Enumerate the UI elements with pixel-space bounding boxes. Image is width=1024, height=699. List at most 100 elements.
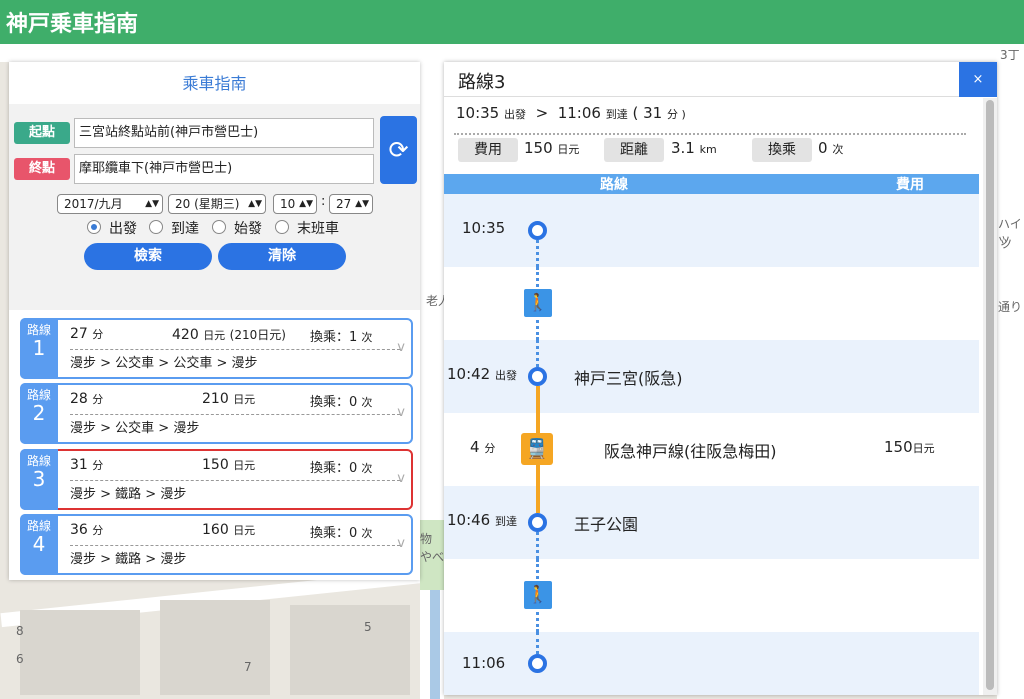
step-tag: 到達 xyxy=(495,515,518,528)
route-fare-value: 210 xyxy=(202,391,229,407)
route-transfer: 換乘：0 次 xyxy=(310,457,372,476)
column-route: 路線 xyxy=(600,177,628,193)
chevron-down-icon: v xyxy=(397,536,405,551)
walk-line xyxy=(536,532,539,559)
walk-line xyxy=(536,632,539,654)
map-block xyxy=(290,605,410,695)
minute-unit: 分 xyxy=(92,459,104,472)
route-detail-title: 路線3 xyxy=(458,72,506,93)
route-minutes: 36 xyxy=(70,522,88,538)
distance-unit: km xyxy=(699,143,717,156)
app-title: 神戸乗車指南 xyxy=(6,12,139,37)
route-transfer-value: 換乘：1 xyxy=(310,330,358,345)
route-fare: 420 日元 (210日元) xyxy=(172,326,286,343)
step-row: 10:46 到達 王子公園 xyxy=(444,486,979,559)
route-transfer: 換乘：0 次 xyxy=(310,522,372,541)
search-button[interactable]: 檢索 xyxy=(84,243,212,270)
station-name: 王子公園 xyxy=(574,515,639,534)
transfer-unit: 次 xyxy=(361,396,373,409)
app-header: 神戸乗車指南 xyxy=(0,0,1024,44)
minute-unit: 分 xyxy=(92,328,104,341)
date-select[interactable]: 2017/九月 ▲▼ xyxy=(57,194,163,214)
duration-unit: 分 ) xyxy=(666,108,686,121)
fare-value-number: 150 xyxy=(524,139,553,157)
route-minutes: 28 xyxy=(70,391,88,407)
route-fare-extra: (210日元) xyxy=(229,328,286,342)
minute-unit: 分 xyxy=(92,393,104,406)
walk-icon: 🚶 xyxy=(524,581,552,609)
step-row: 10:42 出發 神戸三宮(阪急) xyxy=(444,340,979,413)
clear-button[interactable]: 清除 xyxy=(218,243,346,270)
divider xyxy=(70,414,400,415)
destination-input[interactable]: 摩耶纜車下(神戸市營巴士) xyxy=(74,154,374,184)
mode-arrive-radio[interactable] xyxy=(149,220,163,234)
day-select[interactable]: 20 (星期三) ▲▼ xyxy=(168,194,266,214)
route-minutes: 31 xyxy=(70,457,88,473)
route-number: 4 xyxy=(32,532,46,556)
step-fare: 150 xyxy=(884,438,913,456)
map-road xyxy=(997,0,1024,699)
train-line xyxy=(536,386,540,413)
minute-select[interactable]: 27 ▲▼ xyxy=(329,194,373,214)
mode-first-radio[interactable] xyxy=(212,220,226,234)
walk-line xyxy=(536,340,539,367)
route-card-3[interactable]: 路線 3 31 分 150 日元 換乘：0 次 漫步 > 鐵路 > 漫步 v xyxy=(20,449,413,510)
route-card-2[interactable]: 路線 2 28 分 210 日元 換乘：0 次 漫步 > 公交車 > 漫步 v xyxy=(20,383,413,444)
route-duration: 27 分 xyxy=(70,326,103,342)
step-row: 4 分 🚆 阪急神戸線(往阪急梅田) 150日元 xyxy=(444,413,979,486)
destination-label: 終點 xyxy=(14,158,70,180)
map-label: 物 xyxy=(420,532,433,546)
hour-select-value: 10 xyxy=(280,197,296,211)
arrive-time: 11:06 xyxy=(557,104,601,122)
fare-chip: 費用 xyxy=(458,138,518,162)
map-label: 通り xyxy=(998,300,1023,314)
depart-word: 出發 xyxy=(504,108,527,121)
route-fare-value: 420 xyxy=(172,327,199,343)
route-transfer: 換乘：1 次 xyxy=(310,326,372,345)
duration: ( 31 xyxy=(632,104,663,122)
mode-depart-label: 出發 xyxy=(109,221,137,237)
chevron-down-icon: v xyxy=(397,405,405,420)
stop-marker-icon xyxy=(528,367,547,386)
step-row: 🚶 xyxy=(444,559,979,632)
swap-button[interactable]: ⟳ xyxy=(380,116,417,184)
mode-last-radio[interactable] xyxy=(275,220,289,234)
fare-value: 150 日元 xyxy=(524,139,579,157)
fare-unit: 日元 xyxy=(233,459,256,472)
step-time: 10:46 xyxy=(447,511,491,529)
route-path: 漫步 > 公交車 > 公交車 > 漫步 xyxy=(70,356,258,371)
close-button[interactable]: × xyxy=(959,62,997,97)
mode-depart-radio[interactable] xyxy=(87,220,101,234)
route-card-1[interactable]: 路線 1 27 分 420 日元 (210日元) 換乘：1 次 漫步 > 公交車… xyxy=(20,318,413,379)
step-time: 10:35 xyxy=(462,219,506,237)
swap-icon: ⟳ xyxy=(388,136,409,164)
day-select-value: 20 (星期三) xyxy=(175,197,240,211)
route-summary: 10:35 出發 > 11:06 到達 ( 31 分 ) xyxy=(456,104,686,122)
steps-table-header: 路線 費用 xyxy=(444,174,979,194)
transfer-value-number: 0 xyxy=(818,139,828,157)
arrive-word: 到達 xyxy=(605,108,628,121)
time-separator: : xyxy=(321,194,326,209)
chevron-down-icon: ▲▼ xyxy=(248,199,262,209)
scrollbar-thumb[interactable] xyxy=(986,100,994,690)
map-label: 3丁 xyxy=(1000,48,1020,62)
chevron-down-icon: v xyxy=(397,340,405,355)
walk-icon: 🚶 xyxy=(524,289,552,317)
map-block xyxy=(20,610,140,695)
chevron-down-icon: ▲▼ xyxy=(355,199,369,209)
route-duration: 36 分 xyxy=(70,522,103,538)
origin-input[interactable]: 三宮站終點站前(神戸市營巴士) xyxy=(74,118,374,148)
route-path: 漫步 > 公交車 > 漫步 xyxy=(70,421,200,436)
route-card-4[interactable]: 路線 4 36 分 160 日元 換乘：0 次 漫步 > 鐵路 > 漫步 v xyxy=(20,514,413,575)
transfer-unit: 次 xyxy=(832,143,844,156)
stop-marker-icon xyxy=(528,513,547,532)
route-duration: 31 分 xyxy=(70,457,103,473)
summary-arrow: > xyxy=(535,104,549,122)
minute-unit: 分 xyxy=(92,524,104,537)
scrollbar[interactable] xyxy=(983,98,997,695)
train-icon: 🚆 xyxy=(521,433,553,465)
minute-select-value: 27 xyxy=(336,197,352,211)
chevron-down-icon: ▲▼ xyxy=(145,199,159,209)
hour-select[interactable]: 10 ▲▼ xyxy=(273,194,317,214)
distance-value-number: 3.1 xyxy=(671,139,695,157)
